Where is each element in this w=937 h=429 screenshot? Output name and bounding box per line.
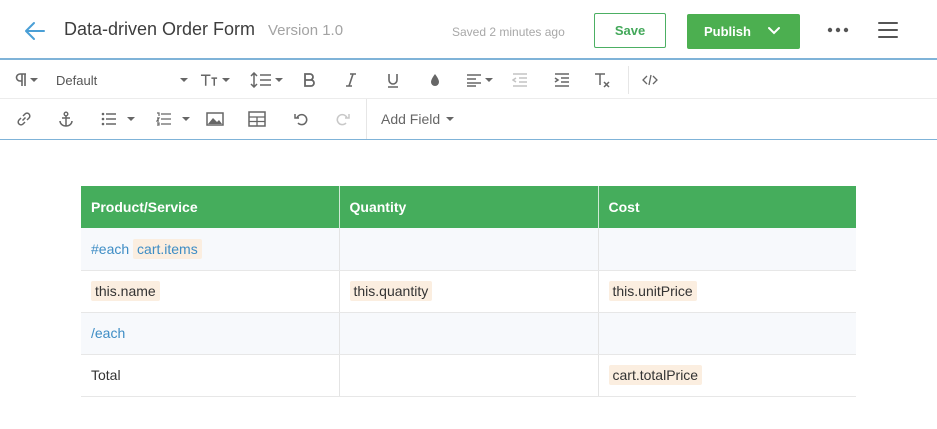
caret-down-icon bbox=[484, 78, 493, 82]
table-icon bbox=[248, 111, 266, 127]
table-row-total: Total cart.totalPrice bbox=[81, 354, 856, 397]
caret-down-icon bbox=[222, 78, 230, 82]
toolbar-divider bbox=[628, 66, 629, 94]
paragraph-format-dropdown[interactable] bbox=[12, 69, 40, 91]
insert-anchor-button[interactable] bbox=[56, 108, 76, 130]
underline-icon bbox=[388, 73, 398, 88]
table-row-item: this.name this.quantity this.unitPrice bbox=[81, 270, 856, 313]
document-title: Data-driven Order Form bbox=[64, 19, 256, 39]
numbered-list-icon bbox=[156, 112, 171, 126]
link-icon bbox=[17, 112, 31, 126]
line-height-dropdown[interactable] bbox=[248, 69, 284, 91]
table-cell[interactable]: #each cart.items bbox=[81, 228, 340, 271]
document-canvas[interactable]: Product/Service Quantity Cost #each cart… bbox=[0, 141, 937, 429]
indent-icon bbox=[554, 73, 569, 87]
toolbar-row-insert: Add Field bbox=[0, 99, 937, 139]
code-view-button[interactable] bbox=[640, 69, 660, 91]
publish-label: Publish bbox=[704, 24, 751, 39]
undo-icon bbox=[294, 113, 308, 126]
column-header[interactable]: Cost bbox=[598, 186, 856, 228]
total-label: Total bbox=[91, 367, 121, 383]
table-cell[interactable]: cart.totalPrice bbox=[598, 354, 856, 397]
image-icon bbox=[206, 112, 224, 126]
italic-button[interactable] bbox=[341, 69, 361, 91]
code-icon bbox=[642, 74, 658, 86]
field-tag[interactable]: this.name bbox=[91, 281, 160, 301]
column-header[interactable]: Product/Service bbox=[81, 186, 340, 228]
column-header[interactable]: Quantity bbox=[339, 186, 599, 228]
redo-icon bbox=[336, 113, 350, 126]
table-cell[interactable] bbox=[598, 228, 856, 271]
more-options-icon[interactable] bbox=[826, 20, 850, 40]
bulleted-list-dropdown[interactable] bbox=[98, 108, 138, 130]
table-cell[interactable] bbox=[339, 312, 599, 355]
chevron-down-icon[interactable] bbox=[767, 24, 781, 38]
anchor-icon bbox=[59, 111, 73, 127]
droplet-icon bbox=[431, 74, 439, 86]
field-tag[interactable]: this.unitPrice bbox=[608, 281, 697, 301]
insert-table-button[interactable] bbox=[247, 108, 267, 130]
order-table[interactable]: Product/Service Quantity Cost #each cart… bbox=[81, 186, 856, 397]
clear-format-icon bbox=[595, 73, 610, 88]
saved-status: Saved 2 minutes ago bbox=[452, 25, 565, 39]
caret-down-icon bbox=[180, 78, 188, 82]
indent-button[interactable] bbox=[552, 69, 572, 91]
caret-down-icon bbox=[29, 78, 38, 82]
table-row-each-end: /each bbox=[81, 312, 856, 355]
caret-down-icon bbox=[127, 117, 135, 121]
insert-image-button[interactable] bbox=[205, 108, 225, 130]
add-field-dropdown[interactable]: Add Field bbox=[381, 108, 455, 130]
font-size-dropdown[interactable] bbox=[200, 69, 230, 91]
loop-keyword: /each bbox=[91, 325, 126, 341]
loop-keyword: #each bbox=[91, 240, 130, 257]
field-tag[interactable]: cart.totalPrice bbox=[608, 365, 703, 385]
table-cell[interactable]: this.quantity bbox=[339, 270, 599, 313]
caret-down-icon bbox=[274, 78, 283, 82]
redo-button[interactable] bbox=[333, 108, 353, 130]
pilcrow-icon bbox=[15, 73, 26, 86]
save-button[interactable]: Save bbox=[594, 13, 666, 48]
align-left-icon bbox=[466, 74, 481, 87]
text-color-button[interactable] bbox=[425, 69, 445, 91]
publish-button[interactable]: Publish bbox=[687, 14, 800, 49]
text-size-icon bbox=[200, 74, 218, 86]
font-family-select[interactable]: Default bbox=[56, 69, 188, 91]
insert-link-button[interactable] bbox=[14, 108, 34, 130]
editor-toolbar: Default Add Field bbox=[0, 60, 937, 140]
table-cell[interactable]: this.unitPrice bbox=[598, 270, 856, 313]
outdent-button[interactable] bbox=[510, 69, 530, 91]
line-height-icon bbox=[249, 72, 271, 88]
bulleted-list-icon bbox=[101, 112, 116, 126]
italic-icon bbox=[346, 73, 356, 87]
undo-button[interactable] bbox=[291, 108, 311, 130]
table-row-each-start: #each cart.items bbox=[81, 228, 856, 271]
table-cell[interactable] bbox=[339, 354, 599, 397]
field-tag[interactable]: this.quantity bbox=[349, 281, 433, 301]
clear-formatting-button[interactable] bbox=[592, 69, 612, 91]
back-arrow-icon[interactable] bbox=[22, 18, 48, 44]
toolbar-row-formatting: Default bbox=[0, 60, 937, 99]
app-header: Data-driven Order Form Version 1.0 Saved… bbox=[0, 0, 937, 60]
field-tag[interactable]: cart.items bbox=[133, 238, 202, 259]
table-cell[interactable]: Total bbox=[81, 354, 340, 397]
document-version: Version 1.0 bbox=[268, 22, 344, 39]
underline-button[interactable] bbox=[383, 69, 403, 91]
align-dropdown[interactable] bbox=[464, 69, 494, 91]
add-field-label: Add Field bbox=[381, 111, 441, 127]
table-cell[interactable] bbox=[339, 228, 599, 271]
table-cell[interactable]: this.name bbox=[81, 270, 340, 313]
bold-icon bbox=[304, 73, 315, 87]
toolbar-divider bbox=[366, 99, 367, 139]
table-cell[interactable] bbox=[598, 312, 856, 355]
outdent-icon bbox=[512, 73, 527, 87]
font-family-value: Default bbox=[56, 72, 98, 88]
bold-button[interactable] bbox=[299, 69, 319, 91]
table-cell[interactable]: /each bbox=[81, 312, 340, 355]
table-header-row: Product/Service Quantity Cost bbox=[81, 186, 856, 228]
caret-down-icon bbox=[446, 117, 455, 121]
caret-down-icon bbox=[182, 117, 190, 121]
hamburger-menu-icon[interactable] bbox=[877, 20, 899, 40]
numbered-list-dropdown[interactable] bbox=[154, 108, 192, 130]
